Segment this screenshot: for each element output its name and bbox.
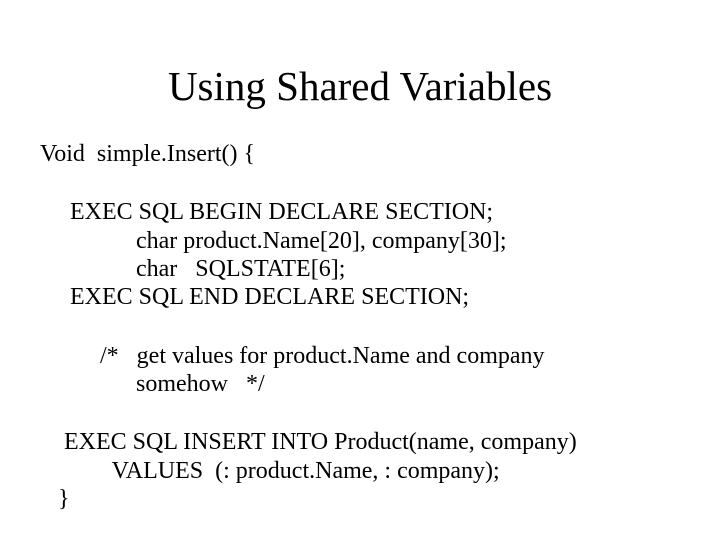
code-line: char SQLSTATE[6]; bbox=[40, 255, 680, 283]
code-body: Void simple.Insert() { EXEC SQL BEGIN DE… bbox=[40, 140, 680, 513]
code-line: EXEC SQL INSERT INTO Product(name, compa… bbox=[40, 428, 680, 456]
code-fn-signature: Void simple.Insert() { bbox=[40, 140, 680, 168]
declare-section: EXEC SQL BEGIN DECLARE SECTION; char pro… bbox=[40, 198, 680, 311]
code-close-brace: } bbox=[40, 485, 680, 513]
code-line: EXEC SQL END DECLARE SECTION; bbox=[40, 283, 680, 311]
code-line: char product.Name[20], company[30]; bbox=[40, 227, 680, 255]
slide-title: Using Shared Variables bbox=[0, 62, 720, 110]
code-line: EXEC SQL BEGIN DECLARE SECTION; bbox=[40, 198, 680, 226]
slide: Using Shared Variables Void simple.Inser… bbox=[0, 0, 720, 540]
code-line: somehow */ bbox=[40, 370, 680, 398]
comment-block: /* get values for product.Name and compa… bbox=[40, 342, 680, 399]
code-line: /* get values for product.Name and compa… bbox=[40, 342, 680, 370]
code-line: VALUES (: product.Name, : company); bbox=[40, 457, 680, 485]
insert-block: EXEC SQL INSERT INTO Product(name, compa… bbox=[40, 428, 680, 485]
